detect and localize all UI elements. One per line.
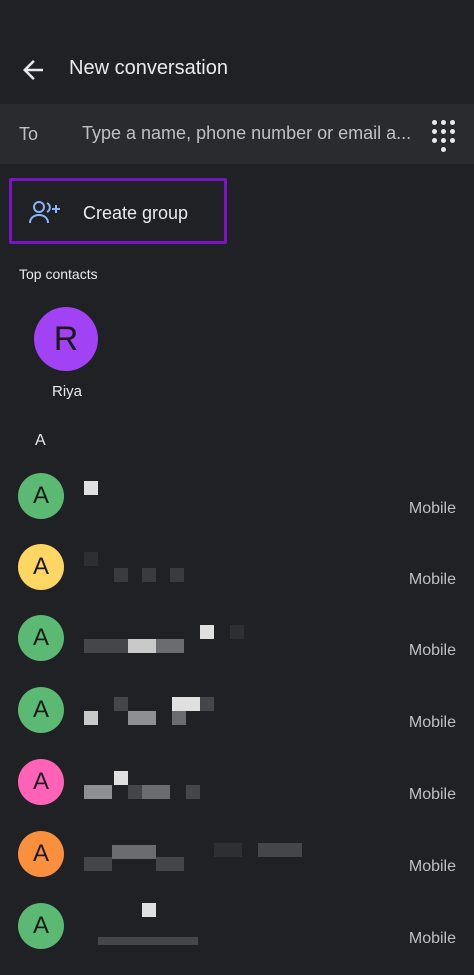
pixelated-name xyxy=(84,639,128,653)
recipient-input[interactable]: Type a name, phone number or email a... xyxy=(82,123,418,144)
pixelated-name xyxy=(156,639,184,653)
contact-row[interactable]: A Mobile xyxy=(0,687,474,759)
pixelated-name xyxy=(142,785,170,799)
pixelated-name xyxy=(128,785,142,799)
contact-row[interactable]: A Mobile xyxy=(0,759,474,831)
section-letter: A xyxy=(35,432,46,449)
pixelated-name xyxy=(114,771,128,785)
pixelated-name xyxy=(230,625,244,639)
back-arrow-icon[interactable] xyxy=(18,55,48,85)
pixelated-name xyxy=(128,711,156,725)
phone-type-label: Mobile xyxy=(408,642,456,659)
pixelated-name xyxy=(170,568,184,582)
contact-row[interactable]: A Mobile xyxy=(0,544,474,616)
pixelated-name xyxy=(114,568,128,582)
contact-row[interactable]: A Mobile xyxy=(0,473,474,545)
pixelated-name xyxy=(200,625,214,639)
avatar: A xyxy=(18,759,64,805)
pixelated-name xyxy=(172,711,186,725)
pixelated-name xyxy=(112,845,156,859)
top-contact-name: Riya xyxy=(52,383,83,400)
pixelated-name xyxy=(128,639,156,653)
pixelated-name xyxy=(84,857,112,871)
to-label: To xyxy=(19,124,39,144)
phone-type-label: Mobile xyxy=(408,500,456,517)
avatar: A xyxy=(18,544,64,590)
create-group-button[interactable]: Create group xyxy=(9,178,227,244)
phone-type-label: Mobile xyxy=(408,786,456,803)
pixelated-name xyxy=(84,711,98,725)
pixelated-name xyxy=(98,937,198,945)
app-bar: New conversation xyxy=(0,0,474,110)
avatar: A xyxy=(18,903,64,949)
phone-type-label: Mobile xyxy=(408,858,456,875)
pixelated-name xyxy=(84,785,112,799)
phone-type-label: Mobile xyxy=(408,714,456,731)
pixelated-name xyxy=(172,697,200,711)
phone-type-label: Mobile xyxy=(408,930,456,947)
avatar: R xyxy=(34,307,98,371)
contact-row[interactable]: A Mobile xyxy=(0,831,474,903)
avatar: A xyxy=(18,473,64,519)
add-group-icon xyxy=(29,201,60,224)
pixelated-name xyxy=(258,843,302,857)
pixelated-name xyxy=(114,697,128,711)
avatar: A xyxy=(18,687,64,733)
avatar: A xyxy=(18,831,64,877)
create-group-label: Create group xyxy=(83,203,189,223)
page-title: New conversation xyxy=(69,57,228,79)
pixelated-name xyxy=(84,552,98,566)
phone-type-label: Mobile xyxy=(408,571,456,588)
pixelated-name xyxy=(200,697,214,711)
recipient-bar: To Type a name, phone number or email a.… xyxy=(0,104,474,164)
pixelated-name xyxy=(186,785,200,799)
top-contacts-heading: Top contacts xyxy=(19,266,98,282)
avatar: A xyxy=(18,615,64,661)
top-contact-riya[interactable]: R xyxy=(34,307,100,371)
pixelated-name xyxy=(142,568,156,582)
contact-row[interactable]: A Mobile xyxy=(0,615,474,687)
pixelated-name xyxy=(214,843,242,857)
pixelated-name xyxy=(84,481,98,495)
pixelated-name xyxy=(156,857,184,871)
pixelated-name xyxy=(142,903,156,917)
contact-row[interactable]: A Mobile xyxy=(0,903,474,975)
dialpad-icon[interactable] xyxy=(430,118,456,152)
